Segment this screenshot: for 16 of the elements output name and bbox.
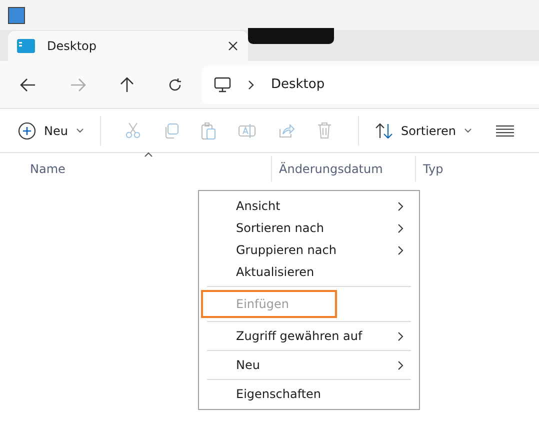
column-header[interactable]: Änderungsdatum xyxy=(279,162,383,176)
breadcrumb[interactable]: Desktop xyxy=(271,77,325,92)
tab[interactable]: Desktop xyxy=(8,31,248,61)
menu-item[interactable]: Gruppieren nach xyxy=(201,239,417,261)
menu-item[interactable]: Neu xyxy=(201,354,417,376)
menu-item[interactable]: Sortieren nach xyxy=(201,217,417,239)
new-button[interactable]: Neu xyxy=(16,118,86,144)
menu-item[interactable]: Zugriff gewähren auf xyxy=(201,325,417,347)
column-header[interactable]: Name xyxy=(30,162,66,176)
address-bar[interactable]: Desktop xyxy=(202,66,539,104)
menu-item[interactable]: Eigenschaften xyxy=(201,383,417,405)
menu-item[interactable]: Ansicht xyxy=(201,195,417,217)
menu-item[interactable]: Aktualisieren xyxy=(201,261,417,283)
column-header[interactable]: Typ xyxy=(423,162,444,176)
sort-button[interactable]: Sortieren xyxy=(372,118,474,142)
tab-label: Desktop xyxy=(47,39,98,53)
